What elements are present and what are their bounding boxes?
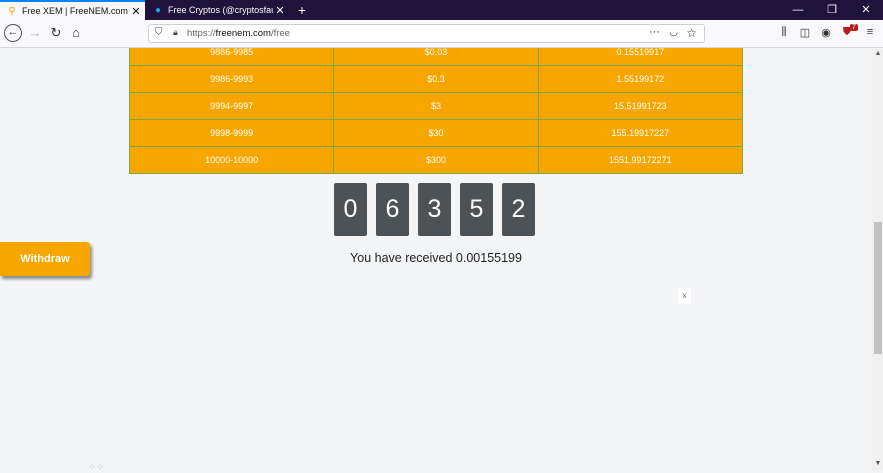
tracking-shield-icon[interactable]: ⛉ [155, 27, 163, 38]
scroll-up-arrow-icon[interactable]: ▲ [873, 50, 883, 57]
payout-cell-range: 9994-9997 [128, 92, 335, 120]
payout-cell-xem: 1551.99172271 [537, 146, 744, 174]
tab-freenem[interactable]: ⚲ Free XEM | FreeNEM.com ✕ [0, 0, 145, 20]
nav-bar: ← → ↻ ⌂ ⛉ 🔒︎ https://freenem.com/free ··… [0, 20, 883, 48]
new-tab-button[interactable]: + [293, 0, 311, 20]
payout-row: 10000-10000 $300 1551.99172271 [128, 146, 744, 174]
restore-button[interactable]: ❐ [815, 0, 849, 20]
payout-cell-range: 9998-9999 [128, 119, 335, 147]
payout-row: 9998-9999 $30 155.19917227 [128, 119, 744, 147]
received-message: You have received 0.00155199 [350, 251, 522, 265]
tab-strip: ⚲ Free XEM | FreeNEM.com ✕ ● Free Crypto… [0, 0, 883, 20]
close-tab-icon[interactable]: ✕ [129, 5, 143, 18]
tab-title: Free Cryptos (@cryptosfaucets [168, 5, 273, 15]
roll-digit: 3 [418, 183, 451, 236]
scroll-down-arrow-icon[interactable]: ▼ [873, 460, 883, 467]
loading-spinner-icon: ⁘⁘ [88, 462, 106, 472]
roll-digit: 2 [502, 183, 535, 236]
payout-table: 9886-9985 $0.03 0.15519917 9986-9993 $0.3 1.5… [128, 38, 744, 174]
payout-cell-xem: 155.19917227 [537, 119, 744, 147]
home-button[interactable]: ⌂ [67, 24, 85, 42]
roll-digit: 6 [376, 183, 409, 236]
payout-cell-range: 9986-9993 [128, 65, 335, 93]
close-tab-icon[interactable]: ✕ [273, 4, 287, 17]
lock-icon[interactable]: 🔒︎ [173, 27, 178, 38]
payout-row: 9986-9993 $0.3 1.55199172 [128, 65, 744, 93]
payout-cell-payout: $0.3 [333, 65, 539, 93]
url-text[interactable]: https://freenem.com/free [187, 28, 290, 39]
payout-cell-range: 10000-10000 [128, 146, 335, 174]
tab-twitter[interactable]: ● Free Cryptos (@cryptosfaucets ✕ [146, 0, 289, 20]
back-button[interactable]: ← [4, 24, 22, 42]
payout-cell-xem: 15.51991723 [537, 92, 744, 120]
sidebar-icon[interactable]: ◫ [797, 26, 813, 39]
reload-button[interactable]: ↻ [47, 24, 65, 42]
minimize-button[interactable]: — [781, 0, 815, 20]
payout-row: 9994-9997 $3 15.51991723 [128, 92, 744, 120]
payout-cell-payout: $3 [333, 92, 539, 120]
scrollbar-thumb[interactable] [874, 222, 882, 354]
twitter-icon: ● [154, 4, 162, 16]
payout-cell-payout: $30 [333, 119, 539, 147]
ad-close-button[interactable]: x [678, 288, 691, 304]
faucet-icon: ⚲ [8, 5, 16, 17]
bookmark-star-icon[interactable]: ☆ [686, 26, 697, 40]
library-icon[interactable]: ⫼ [776, 26, 792, 39]
forward-button[interactable]: → [26, 24, 44, 42]
page-actions-icon[interactable]: ··· [649, 26, 660, 38]
payout-cell-xem: 1.55199172 [537, 65, 744, 93]
roll-number: 06352 [334, 183, 535, 236]
pocket-icon[interactable]: ◡ [669, 27, 678, 38]
address-bar[interactable]: ⛉ 🔒︎ https://freenem.com/free ··· ◡ ☆ [148, 24, 705, 43]
account-icon[interactable]: ◉ [818, 26, 834, 39]
payout-cell-payout: $300 [333, 146, 539, 174]
roll-digit: 5 [460, 183, 493, 236]
menu-icon[interactable]: ≡ [862, 26, 878, 38]
withdraw-button[interactable]: Withdraw [0, 242, 90, 276]
tab-title: Free XEM | FreeNEM.com [22, 6, 128, 16]
extension-badge: 7 [850, 24, 858, 31]
close-window-button[interactable]: ✕ [849, 0, 883, 20]
roll-digit: 0 [334, 183, 367, 236]
